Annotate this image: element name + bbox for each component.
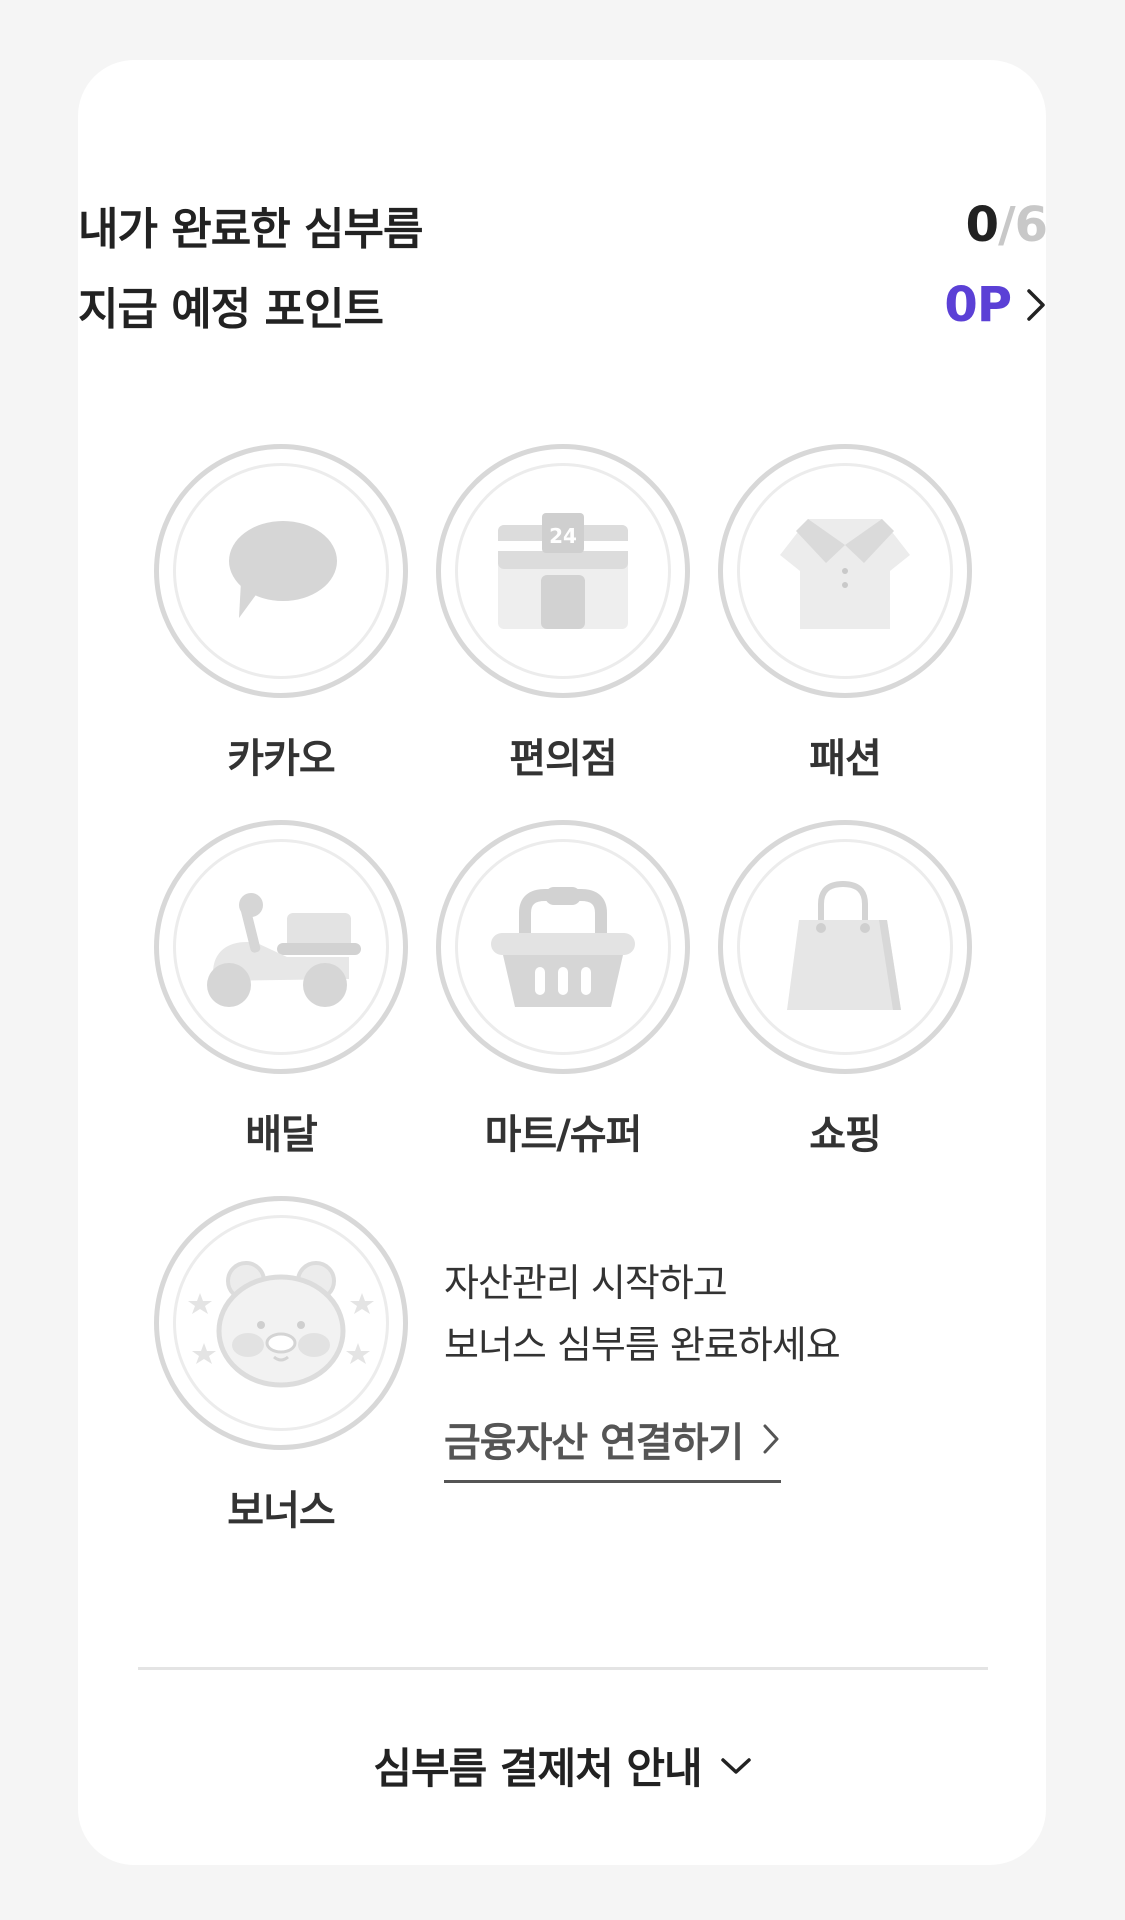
character-face-icon (188, 1261, 374, 1388)
category-badge (436, 820, 690, 1074)
completed-row: 내가 완료한 심부름 0/6 (78, 190, 1048, 260)
category-badge (154, 444, 408, 698)
category-kakao[interactable]: 카카오 (154, 444, 408, 784)
points-label: 지급 예정 포인트 (78, 284, 384, 335)
payment-info-label: 심부름 결제처 안내 (373, 1744, 702, 1793)
connect-assets-label: 금융자산 연결하기 (444, 1420, 744, 1466)
shopping-bag-icon (787, 880, 901, 1010)
category-convenience-store[interactable]: 24 편의점 (436, 444, 690, 784)
scooter-icon (207, 893, 361, 1007)
bonus-description: 자산관리 시작하고 보너스 심부름 완료하세요 (444, 1252, 841, 1376)
category-label: 카카오 (227, 736, 335, 782)
convenience-store-icon: 24 (498, 513, 628, 629)
completed-count: 0/6 (965, 197, 1048, 253)
category-label: 편의점 (509, 736, 617, 782)
speech-bubble-icon (229, 521, 337, 618)
basket-icon (491, 887, 635, 1007)
category-mart[interactable]: 마트/슈퍼 (436, 820, 690, 1160)
connect-assets-link[interactable]: 금융자산 연결하기 (444, 1410, 782, 1483)
category-label: 배달 (245, 1112, 318, 1158)
category-badge (718, 820, 972, 1074)
divider (138, 1667, 988, 1670)
shirt-icon (780, 519, 910, 629)
chevron-down-icon (720, 1757, 751, 1774)
category-shopping[interactable]: 쇼핑 (718, 820, 972, 1160)
category-badge: 24 (436, 444, 690, 698)
category-badge (718, 444, 972, 698)
bonus-line-2: 보너스 심부름 완료하세요 (444, 1323, 841, 1367)
payment-info-toggle[interactable]: 심부름 결제처 안내 (0, 1735, 1125, 1796)
completed-label: 내가 완료한 심부름 (78, 204, 423, 255)
category-label: 마트/슈퍼 (484, 1112, 643, 1158)
category-label: 패션 (809, 736, 882, 782)
completed-count-done: 0 (965, 197, 999, 253)
bonus-line-1: 자산관리 시작하고 (444, 1261, 728, 1305)
completed-count-separator: / (998, 197, 1016, 253)
category-label: 보너스 (227, 1488, 335, 1534)
category-badge (154, 1196, 408, 1450)
chevron-right-icon (763, 1424, 779, 1454)
chevron-right-icon (1027, 289, 1045, 321)
completed-count-total: 6 (1014, 197, 1048, 253)
category-label: 쇼핑 (809, 1112, 882, 1158)
points-link[interactable]: 0P (944, 277, 1047, 333)
store-badge-number: 24 (549, 524, 577, 548)
category-delivery[interactable]: 배달 (154, 820, 408, 1160)
category-fashion[interactable]: 패션 (718, 444, 972, 784)
category-badge (154, 820, 408, 1074)
points-row: 지급 예정 포인트 0P (78, 270, 1047, 340)
points-value: 0P (944, 277, 1012, 333)
category-bonus[interactable]: 보너스 (154, 1196, 408, 1536)
